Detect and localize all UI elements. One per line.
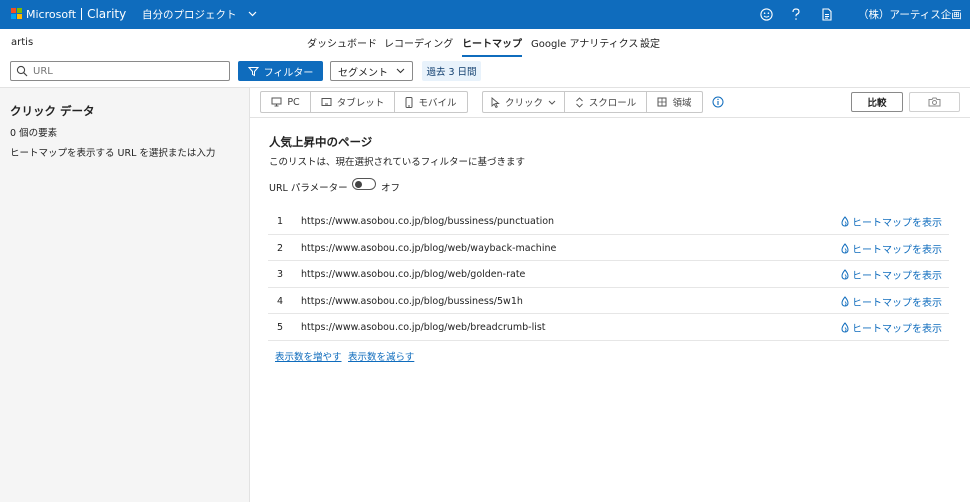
url-param-state: オフ: [381, 183, 401, 194]
tab-heatmaps[interactable]: ヒートマップ: [462, 35, 522, 57]
device-switcher: PC タブレット モバイル: [260, 91, 468, 113]
filter-button-label: フィルター: [263, 67, 314, 79]
brand-clarity: Clarity: [87, 7, 127, 21]
help-icon[interactable]: [791, 8, 801, 21]
show-less-link[interactable]: 表示数を減らす: [348, 349, 414, 363]
heatmap-toolbar: PC タブレット モバイル クリック スクロール 領域 比較: [250, 88, 970, 118]
device-mobile-label: モバイル: [418, 98, 457, 109]
mode-area-label: 領域: [672, 98, 692, 109]
company-name: （株）アーティス企画: [858, 9, 962, 21]
mode-scroll-label: スクロール: [588, 98, 637, 109]
row-url[interactable]: https://www.asobou.co.jp/blog/bussiness/…: [301, 296, 523, 307]
mode-click-label: クリック: [504, 98, 543, 109]
filter-icon: [247, 66, 259, 76]
compare-button[interactable]: 比較: [851, 92, 903, 112]
row-number: 3: [277, 269, 284, 281]
trending-pages-title: 人気上昇中のページ: [269, 135, 373, 149]
url-param-label: URL パラメーター: [269, 183, 348, 194]
element-count: 0 個の要素: [10, 128, 58, 139]
table-row: 2 https://www.asobou.co.jp/blog/web/wayb…: [268, 235, 949, 262]
project-selector[interactable]: 自分のプロジェクト: [142, 7, 257, 22]
mobile-icon: [405, 96, 413, 108]
tab-dashboard[interactable]: ダッシュボード: [307, 35, 377, 55]
show-more-link[interactable]: 表示数を増やす: [275, 349, 342, 363]
smiley-icon[interactable]: [760, 8, 773, 21]
url-param-toggle[interactable]: [352, 178, 376, 190]
panel-hint: ヒートマップを表示する URL を選択または入力: [10, 148, 216, 159]
flame-icon: [841, 216, 849, 227]
row-url[interactable]: https://www.asobou.co.jp/blog/web/breadc…: [301, 322, 546, 333]
cursor-icon: [491, 96, 500, 108]
info-icon[interactable]: [712, 96, 724, 108]
filter-button[interactable]: フィルター: [238, 61, 323, 81]
view-heatmap-link[interactable]: ヒートマップを表示: [841, 320, 942, 335]
row-number: 4: [277, 295, 284, 307]
tab-recordings[interactable]: レコーディング: [384, 35, 453, 55]
device-tablet-label: タブレット: [336, 98, 385, 109]
main-nav: ダッシュボード レコーディング ヒートマップ Google アナリティクス 設定: [0, 34, 970, 57]
microsoft-logo-icon: [11, 8, 22, 19]
mode-area[interactable]: 領域: [647, 92, 702, 112]
view-heatmap-link[interactable]: ヒートマップを表示: [841, 214, 942, 229]
flame-icon: [841, 269, 849, 280]
row-url[interactable]: https://www.asobou.co.jp/blog/web/waybac…: [301, 243, 556, 254]
trending-pages-list: 1 https://www.asobou.co.jp/blog/bussines…: [268, 208, 949, 341]
url-input[interactable]: [33, 64, 223, 78]
row-url[interactable]: https://www.asobou.co.jp/blog/web/golden…: [301, 269, 525, 280]
top-bar: Microsoft Clarity 自分のプロジェクト （株）アーティス企画: [0, 0, 970, 29]
toggle-knob: [355, 181, 362, 188]
flame-icon: [841, 242, 849, 254]
tablet-icon: [321, 98, 332, 106]
brand[interactable]: Microsoft Clarity: [26, 7, 126, 21]
view-heatmap-label: ヒートマップを表示: [852, 244, 942, 256]
account-menu[interactable]: （株）アーティス企画: [858, 7, 970, 22]
device-mobile[interactable]: モバイル: [395, 92, 467, 112]
chevron-down-icon: [248, 11, 257, 17]
url-search-box[interactable]: [10, 61, 230, 81]
table-row: 4 https://www.asobou.co.jp/blog/bussines…: [268, 288, 949, 315]
chevron-down-icon: [548, 100, 556, 105]
screenshot-button[interactable]: [909, 92, 960, 112]
segment-button-label: セグメント: [338, 67, 388, 79]
device-pc-label: PC: [287, 96, 300, 108]
table-row: 3 https://www.asobou.co.jp/blog/web/gold…: [268, 261, 949, 288]
project-selector-label: 自分のプロジェクト: [142, 9, 237, 21]
view-heatmap-label: ヒートマップを表示: [852, 297, 942, 309]
view-heatmap-link[interactable]: ヒートマップを表示: [841, 267, 942, 282]
document-icon[interactable]: [822, 8, 832, 21]
monitor-icon: [271, 97, 282, 107]
row-number: 5: [277, 322, 284, 334]
device-tablet[interactable]: タブレット: [311, 92, 395, 112]
view-heatmap-label: ヒートマップを表示: [852, 271, 942, 283]
tab-google-analytics[interactable]: Google アナリティクス: [531, 35, 638, 55]
mode-scroll[interactable]: スクロール: [565, 92, 647, 112]
device-pc[interactable]: PC: [261, 92, 311, 112]
table-row: 1 https://www.asobou.co.jp/blog/bussines…: [268, 208, 949, 235]
scroll-icon: [575, 96, 583, 108]
row-url[interactable]: https://www.asobou.co.jp/blog/bussiness/…: [301, 216, 554, 227]
tab-settings[interactable]: 設定: [640, 35, 660, 55]
view-heatmap-link[interactable]: ヒートマップを表示: [841, 241, 942, 256]
flame-icon: [841, 296, 849, 307]
click-data-panel: クリック データ 0 個の要素 ヒートマップを表示する URL を選択または入力: [0, 88, 250, 502]
date-range-chip[interactable]: 過去 3 日間: [422, 61, 481, 81]
heatmap-mode-switcher: クリック スクロール 領域: [482, 91, 703, 113]
view-heatmap-link[interactable]: ヒートマップを表示: [841, 294, 942, 309]
camera-icon: [928, 97, 941, 107]
brand-microsoft: Microsoft: [26, 8, 77, 21]
brand-separator: [81, 8, 83, 20]
panel-title: クリック データ: [10, 104, 95, 118]
table-row: 5 https://www.asobou.co.jp/blog/web/brea…: [268, 314, 949, 341]
trending-pages-subtitle: このリストは、現在選択されているフィルターに基づきます: [269, 157, 526, 168]
row-number: 2: [277, 242, 284, 254]
search-icon: [16, 65, 28, 77]
flame-icon: [841, 322, 849, 333]
area-icon: [657, 97, 667, 107]
view-heatmap-label: ヒートマップを表示: [852, 218, 942, 229]
segment-button[interactable]: セグメント: [330, 61, 413, 81]
mode-click[interactable]: クリック: [483, 92, 565, 112]
row-number: 1: [277, 216, 284, 227]
view-heatmap-label: ヒートマップを表示: [852, 324, 942, 336]
chevron-down-icon: [396, 68, 405, 74]
